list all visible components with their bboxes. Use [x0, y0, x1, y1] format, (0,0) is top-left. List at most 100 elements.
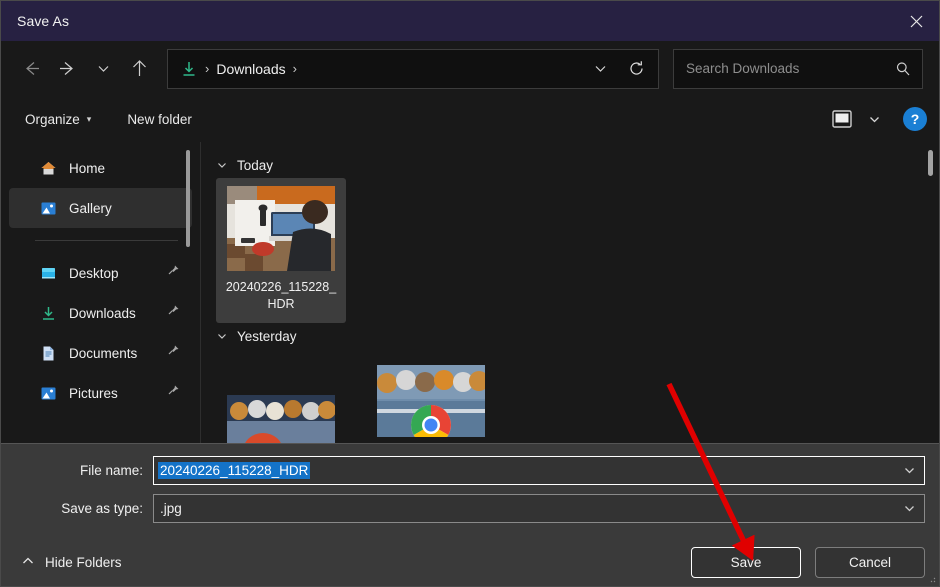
file-name-label: File name: — [79, 463, 143, 478]
today-tile-row: 20240226_115228_HDR — [211, 178, 939, 323]
save-as-type-dropdown[interactable] — [894, 502, 924, 515]
file-name-label: 20240226_115228_HDR — [225, 280, 337, 311]
cancel-button[interactable]: Cancel — [815, 546, 925, 578]
pictures-icon — [37, 385, 59, 402]
chevron-down-icon — [595, 66, 605, 72]
refresh-button[interactable] — [618, 52, 654, 86]
file-tile[interactable]: 20240226_115228_HDR — [216, 178, 346, 323]
close-icon — [910, 15, 922, 27]
pin-icon[interactable] — [167, 384, 180, 402]
sidebar-item-home[interactable]: Home — [9, 148, 192, 188]
save-as-type-label: Save as type: — [61, 501, 143, 516]
photo-desk-workstation-thumb — [227, 186, 335, 271]
arrow-left-icon — [25, 62, 39, 75]
navigation-bar: › Downloads › — [1, 41, 939, 96]
pin-icon[interactable] — [167, 304, 180, 322]
sidebar-item-label: Pictures — [69, 385, 118, 401]
gallery-icon — [37, 200, 59, 217]
dialog-footer: Hide Folders Save Cancel — [1, 538, 939, 586]
help-button[interactable]: ? — [903, 107, 927, 131]
address-bar[interactable]: › Downloads › — [167, 48, 659, 89]
sidebar-item-label: Downloads — [69, 305, 136, 321]
help-label: ? — [910, 111, 920, 127]
sidebar-item-label: Home — [69, 160, 106, 176]
group-header-today[interactable]: Today — [211, 152, 939, 178]
sidebar-item-desktop[interactable]: Desktop — [9, 253, 192, 293]
pin-icon[interactable] — [167, 344, 180, 362]
search-icon[interactable] — [890, 61, 916, 77]
file-thumbnail — [227, 395, 335, 443]
new-folder-label: New folder — [127, 111, 192, 127]
view-mode-button[interactable] — [825, 104, 859, 134]
file-thumbnail — [227, 186, 335, 271]
save-as-type-value: .jpg — [160, 501, 182, 516]
file-tile[interactable] — [216, 357, 346, 443]
forward-button[interactable] — [49, 51, 85, 87]
sidebar-scrollbar[interactable] — [186, 150, 190, 247]
dialog-body: Home Gallery Desktop Downloads Documents… — [1, 142, 939, 443]
save-as-dialog: Save As › Downloads › Search Downloads O… — [0, 0, 940, 587]
desktop-icon — [37, 265, 59, 282]
command-bar-right: ? — [825, 96, 927, 142]
pin-icon[interactable] — [167, 264, 180, 282]
yesterday-tile-row — [211, 357, 939, 443]
view-mode-dropdown[interactable] — [861, 104, 887, 134]
save-form: File name: 20240226_115228_HDR Save as t… — [1, 443, 939, 538]
sidebar-item-downloads[interactable]: Downloads — [9, 293, 192, 333]
recent-locations-button[interactable] — [85, 51, 121, 87]
downloads-icon — [183, 61, 195, 76]
back-button[interactable] — [13, 51, 49, 87]
breadcrumb-separator-1: › — [205, 61, 210, 76]
command-bar: Organize ▾ New folder ? — [1, 96, 939, 142]
chevron-down-icon: ▾ — [86, 113, 92, 124]
up-button[interactable] — [121, 51, 157, 87]
breadcrumb-downloads[interactable]: Downloads — [216, 61, 285, 77]
group-header-yesterday[interactable]: Yesterday — [211, 323, 939, 349]
view-layout-icon — [832, 110, 852, 128]
chevron-up-icon — [21, 554, 35, 571]
group-label: Yesterday — [237, 328, 297, 344]
chevron-down-icon — [904, 468, 914, 474]
save-as-type-row: Save as type: .jpg — [1, 494, 925, 523]
documents-icon — [37, 345, 59, 362]
sidebar-item-label: Gallery — [69, 200, 112, 216]
footer-buttons: Save Cancel — [691, 546, 925, 578]
arrow-right-icon — [59, 62, 73, 75]
cartoon-animals-partial-thumb — [227, 395, 335, 443]
close-button[interactable] — [893, 1, 939, 41]
organize-button[interactable]: Organize ▾ — [15, 106, 101, 133]
chevron-down-icon — [216, 159, 228, 171]
chevron-down-icon — [904, 506, 914, 512]
arrow-up-icon — [132, 60, 146, 76]
resize-grip[interactable] — [928, 575, 936, 583]
sidebar-divider — [35, 240, 178, 241]
file-list-scrollbar[interactable] — [928, 150, 933, 176]
hide-folders-button[interactable]: Hide Folders — [13, 548, 130, 577]
refresh-icon — [629, 61, 643, 75]
organize-label: Organize — [25, 111, 80, 127]
chevron-down-icon — [98, 66, 108, 72]
file-name-dropdown[interactable] — [894, 464, 924, 477]
new-folder-button[interactable]: New folder — [117, 106, 202, 133]
save-button[interactable]: Save — [691, 546, 801, 578]
group-label: Today — [237, 157, 274, 173]
save-button-label: Save — [730, 554, 762, 570]
home-icon — [37, 160, 59, 177]
sidebar-item-label: Desktop — [69, 265, 119, 281]
sidebar-item-gallery[interactable]: Gallery — [9, 188, 192, 228]
save-as-type-select[interactable]: .jpg — [153, 494, 925, 523]
file-tile[interactable] — [366, 357, 496, 443]
downloads-icon — [37, 305, 59, 322]
hide-folders-label: Hide Folders — [45, 554, 122, 570]
chevron-down-icon — [216, 330, 228, 342]
sidebar-item-pictures[interactable]: Pictures — [9, 373, 192, 413]
file-name-input[interactable]: 20240226_115228_HDR — [153, 456, 925, 485]
magnifier-icon — [896, 61, 910, 75]
file-list-pane: Today 20240226_115228_HDR Yesterday — [201, 142, 939, 443]
search-input[interactable] — [686, 61, 890, 76]
breadcrumb-separator-2[interactable]: › — [293, 62, 297, 75]
search-box[interactable] — [673, 48, 923, 89]
sidebar-item-documents[interactable]: Documents — [9, 333, 192, 373]
file-thumbnail — [377, 365, 485, 437]
previous-locations-button[interactable] — [582, 52, 618, 86]
